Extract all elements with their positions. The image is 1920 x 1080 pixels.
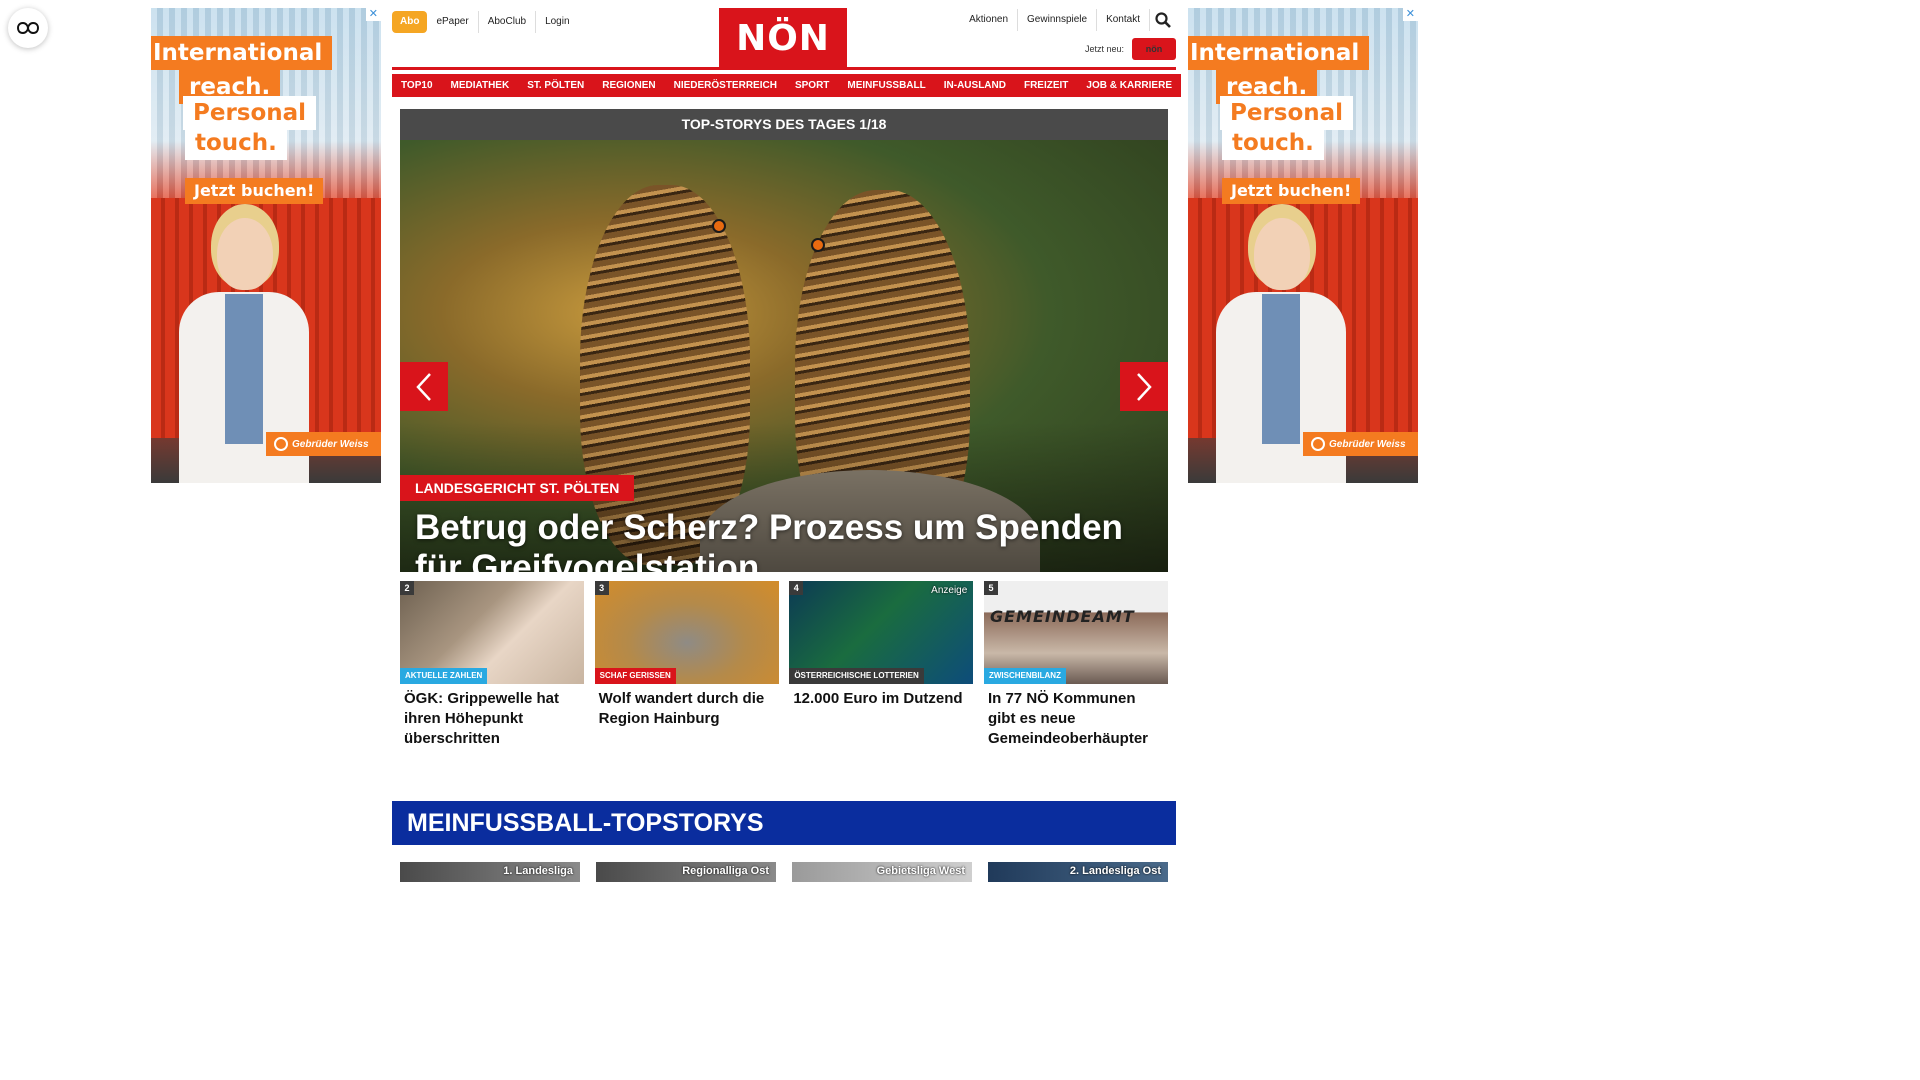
meinfussball-card[interactable]: 2. Landesliga Ost	[988, 862, 1168, 882]
story-image[interactable]: 3 SCHAF GERISSEN	[594, 581, 779, 684]
story-card[interactable]: 5 GEMEINDEAMT ZWISCHENBILANZ In 77 NÖ Ko…	[983, 581, 1168, 749]
nav-item-st-poelten[interactable]: ST. PÖLTEN	[518, 74, 594, 97]
story-image[interactable]: 2 AKTUELLE ZAHLEN	[400, 581, 584, 684]
noen-logo[interactable]: NÖN	[719, 8, 847, 68]
header-divider	[392, 67, 1176, 70]
reader-widget-button[interactable]	[8, 8, 48, 48]
nav-item-in-ausland[interactable]: IN-AUSLAND	[934, 74, 1015, 97]
nav-item-niederoesterreich[interactable]: NIEDERÖSTERREICH	[664, 74, 786, 97]
kontakt-link[interactable]: Kontakt	[1097, 9, 1150, 31]
gemeindeamt-sign-text: GEMEINDEAMT	[989, 607, 1135, 626]
ad-headline-4: touch.	[185, 126, 287, 160]
header-left-links: Abo ePaper AboClub Login	[392, 11, 579, 33]
ad-cta-button[interactable]: Jetzt buchen!	[185, 178, 324, 204]
chevron-right-icon	[1137, 372, 1152, 401]
login-link[interactable]: Login	[536, 11, 578, 33]
league-label: 2. Landesliga Ost	[1069, 865, 1161, 877]
gewinnspiele-link[interactable]: Gewinnspiele	[1018, 9, 1098, 31]
league-label: 1. Landesliga	[503, 865, 573, 877]
aboclub-link[interactable]: AboClub	[479, 11, 537, 33]
epaper-link[interactable]: ePaper	[427, 11, 479, 33]
meinfussball-section-header[interactable]: MEINFUSSBALL-TOPSTORYS	[392, 801, 1176, 845]
story-rank-badge: 5	[983, 581, 998, 595]
chevron-left-icon	[416, 372, 431, 401]
story-image[interactable]: 4 Anzeige ÖSTERREICHISCHE LOTTERIEN	[789, 581, 974, 684]
league-label: Gebietsliga West	[876, 865, 965, 877]
story-title[interactable]: ÖGK: Grippewelle hat ihren Höhepunkt übe…	[400, 684, 584, 749]
meinfussball-card[interactable]: Gebietsliga West	[792, 862, 972, 882]
nav-item-regionen[interactable]: REGIONEN	[593, 74, 665, 97]
story-title[interactable]: 12.000 Euro im Dutzend	[789, 684, 973, 709]
story-card[interactable]: 4 Anzeige ÖSTERREICHISCHE LOTTERIEN 12.0…	[789, 581, 974, 749]
header-right-links: Aktionen Gewinnspiele Kontakt	[960, 9, 1176, 31]
league-label: Regionalliga Ost	[682, 865, 769, 877]
story-title[interactable]: Wolf wandert durch die Region Hainburg	[595, 684, 779, 729]
jetzt-neu-promo[interactable]: Jetzt neu: nön	[1085, 38, 1176, 60]
story-rank-badge: 3	[594, 581, 609, 595]
main-navigation: TOP10 MEDIATHEK ST. PÖLTEN REGIONEN NIED…	[392, 74, 1181, 97]
story-kicker: AKTUELLE ZAHLEN	[400, 668, 488, 684]
nav-item-mediathek[interactable]: MEDIATHEK	[441, 74, 519, 97]
story-kicker: SCHAF GERISSEN	[594, 668, 676, 684]
slider-header: TOP-STORYS DES TAGES 1/18	[400, 109, 1168, 140]
right-advertisement[interactable]: International reach. Personal touch. Jet…	[1188, 8, 1418, 483]
story-title[interactable]: In 77 NÖ Kommunen gibt es neue Gemeindeo…	[984, 684, 1168, 749]
nav-item-freizeit[interactable]: FREIZEIT	[1014, 74, 1078, 97]
slider-next-button[interactable]	[1120, 362, 1168, 411]
ad-close-icon[interactable]: ✕	[1402, 8, 1418, 21]
ad-headline-1: International	[151, 36, 333, 70]
story-kicker: ZWISCHENBILANZ	[983, 668, 1066, 684]
jetzt-neu-label: Jetzt neu:	[1084, 44, 1124, 54]
ad-label: Anzeige	[931, 585, 968, 596]
story-image[interactable]: 5 GEMEINDEAMT ZWISCHENBILANZ	[983, 581, 1168, 684]
ad-close-icon[interactable]: ✕	[365, 8, 381, 21]
meinfussball-cards: 1. Landesliga Regionalliga Ost Gebietsli…	[400, 862, 1168, 882]
ad-headline-4: touch.	[1222, 126, 1324, 160]
story-cards: 2 AKTUELLE ZAHLEN ÖGK: Grippewelle hat i…	[400, 581, 1168, 749]
hero-image[interactable]: LANDESGERICHT ST. PÖLTEN Betrug oder Sch…	[400, 140, 1168, 572]
story-kicker: ÖSTERREICHISCHE LOTTERIEN	[789, 668, 924, 684]
ad-headline-1: International	[1188, 36, 1370, 70]
slider-prev-button[interactable]	[400, 362, 448, 411]
nav-item-sport[interactable]: SPORT	[785, 74, 839, 97]
meinfussball-card[interactable]: Regionalliga Ost	[596, 862, 776, 882]
story-rank-badge: 4	[789, 581, 804, 595]
hero-headline[interactable]: Betrug oder Scherz? Prozess um Spenden f…	[415, 508, 1155, 572]
ad-cta-button[interactable]: Jetzt buchen!	[1222, 178, 1361, 204]
infinity-icon	[17, 21, 39, 35]
story-card[interactable]: 3 SCHAF GERISSEN Wolf wandert durch die …	[594, 581, 779, 749]
nav-item-top10[interactable]: TOP10	[392, 74, 442, 97]
left-advertisement[interactable]: International reach. Personal touch. Jet…	[151, 8, 381, 483]
nav-item-job-karriere[interactable]: JOB & KARRIERE	[1077, 74, 1181, 97]
mini-noen-logo: nön	[1132, 38, 1176, 60]
ad-headline-3: Personal	[183, 96, 317, 130]
story-rank-badge: 2	[400, 581, 414, 595]
ad-brand-logo: Gebrüder Weiss	[266, 432, 381, 456]
site-header: Abo ePaper AboClub Login NÖN Aktionen Ge…	[392, 8, 1176, 68]
hero-kicker[interactable]: LANDESGERICHT ST. PÖLTEN	[400, 475, 635, 501]
ad-brand-logo: Gebrüder Weiss	[1303, 432, 1418, 456]
story-card[interactable]: 2 AKTUELLE ZAHLEN ÖGK: Grippewelle hat i…	[400, 581, 584, 749]
ad-headline-3: Personal	[1220, 96, 1354, 130]
nav-item-meinfussball[interactable]: MEINFUSSBALL	[838, 74, 935, 97]
abo-button[interactable]: Abo	[392, 11, 428, 33]
meinfussball-card[interactable]: 1. Landesliga	[400, 862, 580, 882]
top-story-slider: TOP-STORYS DES TAGES 1/18 LANDESGERICHT …	[400, 109, 1168, 572]
search-icon[interactable]	[1150, 10, 1176, 30]
aktionen-link[interactable]: Aktionen	[960, 9, 1019, 31]
